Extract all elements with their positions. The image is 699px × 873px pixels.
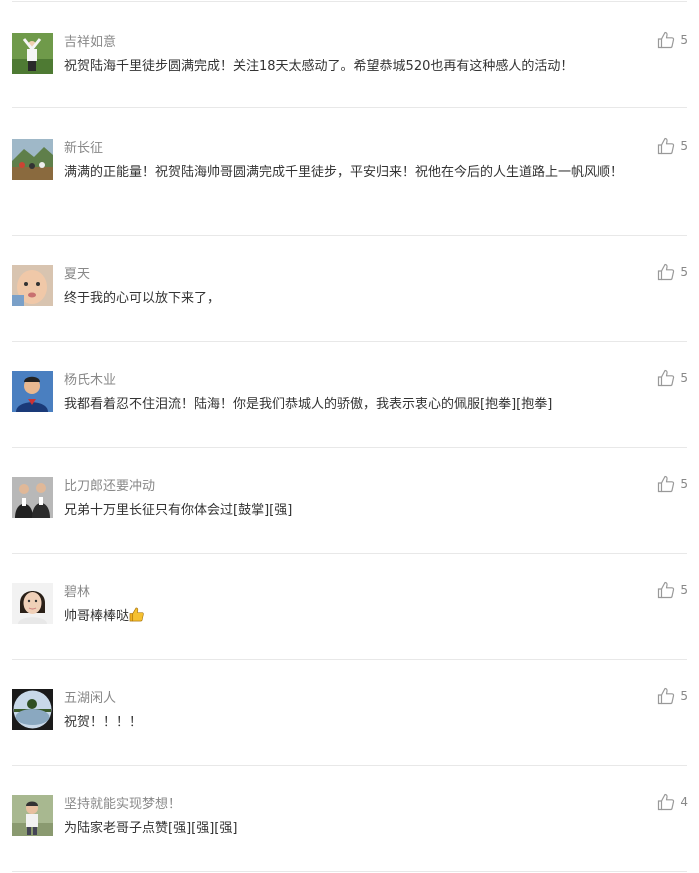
like-count: 5	[680, 139, 688, 153]
comment-nickname: 碧林	[64, 585, 91, 600]
comment-nickname: 夏天	[64, 267, 91, 282]
thumbs-up-icon	[658, 475, 675, 493]
baby-face-avatar[interactable]	[12, 265, 53, 306]
comment-item: 夏天 终于我的心可以放下来了， 5	[0, 234, 699, 340]
person-arms-raised-avatar[interactable]	[12, 33, 53, 74]
comment-item: 五湖闲人 祝贺！！！！ 5	[0, 658, 699, 764]
thumbs-up-icon	[658, 31, 675, 49]
like-button[interactable]: 5	[657, 687, 688, 705]
lake-tree-avatar[interactable]	[12, 689, 53, 730]
comment-nickname: 吉祥如意	[64, 35, 117, 50]
like-count: 5	[680, 265, 688, 279]
comment-item: 吉祥如意 祝贺陆海千里徒步圆满完成！关注18天太感动了。希望恭城520也再有这种…	[0, 2, 699, 108]
man-portrait-avatar[interactable]	[12, 371, 53, 412]
like-count: 5	[680, 583, 688, 597]
comment-content: 为陆家老哥子点赞[强][强][强]	[64, 821, 238, 836]
comment-content: 帅哥棒棒哒	[64, 606, 664, 628]
two-men-suits-avatar[interactable]	[12, 477, 53, 518]
thumbs-up-icon	[658, 581, 675, 599]
like-button[interactable]: 5	[657, 263, 688, 281]
comment-nickname: 五湖闲人	[64, 691, 117, 706]
comment-content: 终于我的心可以放下来了，	[64, 291, 221, 306]
comment-list: 吉祥如意 祝贺陆海千里徒步圆满完成！关注18天太感动了。希望恭城520也再有这种…	[0, 0, 699, 873]
like-button[interactable]: 5	[657, 369, 688, 387]
thumbs-up-icon	[658, 687, 675, 705]
like-button[interactable]: 5	[657, 581, 688, 599]
comment-content: 满满的正能量！祝贺陆海帅哥圆满完成千里徒步，平安归来！祝他在今后的人生道路上一帆…	[64, 165, 624, 180]
thumbs-up-icon	[658, 263, 675, 281]
comment-content: 兄弟十万里长征只有你体会过[鼓掌][强]	[64, 503, 293, 518]
comment-content: 祝贺陆海千里徒步圆满完成！关注18天太感动了。希望恭城520也再有这种感人的活动…	[64, 59, 574, 74]
comment-item: 碧林 帅哥棒棒哒 5	[0, 552, 699, 658]
woman-portrait-avatar[interactable]	[12, 583, 53, 624]
thumbs-up-emoji-icon	[129, 607, 144, 622]
like-button[interactable]: 4	[657, 793, 688, 811]
like-count: 5	[680, 371, 688, 385]
comment-item: 坚持就能实现梦想！ 为陆家老哥子点赞[强][强][强] 4	[0, 764, 699, 870]
like-count: 5	[680, 33, 688, 47]
like-button[interactable]: 5	[657, 31, 688, 49]
like-count: 5	[680, 477, 688, 491]
comment-nickname: 比刀郎还要冲动	[64, 479, 156, 494]
comment-item: 比刀郎还要冲动 兄弟十万里长征只有你体会过[鼓掌][强] 5	[0, 446, 699, 552]
divider	[12, 871, 687, 872]
comment-text: 帅哥棒棒哒	[64, 609, 130, 624]
comment-item: 新长征 满满的正能量！祝贺陆海帅哥圆满完成千里徒步，平安归来！祝他在今后的人生道…	[0, 108, 699, 214]
comment-item: 杨氏木业 我都看着忍不住泪流！陆海！你是我们恭城人的骄傲，我表示衷心的佩服[抱拳…	[0, 340, 699, 446]
comment-nickname: 新长征	[64, 141, 104, 156]
like-count: 4	[680, 795, 688, 809]
thumbs-up-icon	[658, 369, 675, 387]
child-outdoor-avatar[interactable]	[12, 795, 53, 836]
comment-nickname: 杨氏木业	[64, 373, 117, 388]
comment-nickname: 坚持就能实现梦想！	[64, 797, 182, 812]
thumbs-up-icon	[658, 793, 675, 811]
thumbs-up-icon	[658, 137, 675, 155]
like-button[interactable]: 5	[657, 137, 688, 155]
landscape-group-avatar[interactable]	[12, 139, 53, 180]
comment-content: 祝贺！！！！	[64, 715, 143, 730]
like-button[interactable]: 5	[657, 475, 688, 493]
comment-content: 我都看着忍不住泪流！陆海！你是我们恭城人的骄傲，我表示衷心的佩服[抱拳][抱拳]	[64, 397, 553, 412]
like-count: 5	[680, 689, 688, 703]
